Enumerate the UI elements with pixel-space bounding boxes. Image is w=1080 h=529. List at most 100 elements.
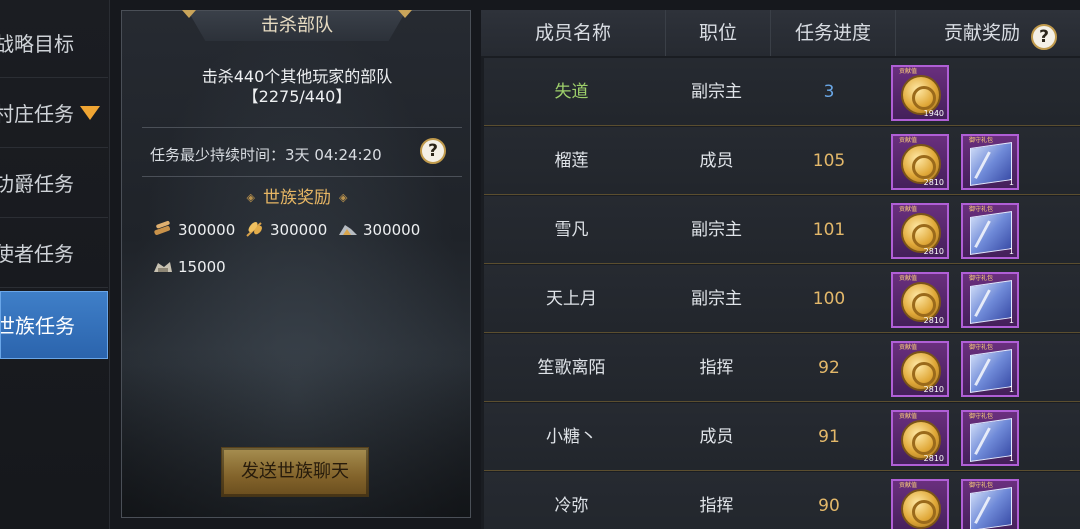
item-count: 2810: [923, 178, 944, 187]
tab-strategic-goal[interactable]: 战略目标: [0, 10, 108, 78]
mission-panel: 击杀部队 击杀440个其他玩家的部队 【2275/440】 任务最少持续时间：3…: [121, 10, 471, 518]
reward-amount: 300000: [363, 221, 421, 239]
member-progress-table: 成员名称 职位 任务进度 贡献奖励 ? 失道 副宗主 3 贡献值 1940 榴莲…: [481, 10, 1080, 529]
gift-book-icon: [970, 142, 1012, 186]
wood-resource-icon: [154, 220, 170, 235]
member-progress: 105: [812, 151, 846, 171]
member-progress: 92: [818, 358, 840, 378]
dropdown-triangle-icon: [80, 106, 100, 120]
item-label: 御守礼包: [969, 275, 994, 282]
member-name: 小糖丶: [546, 427, 597, 447]
clan-reward-title: 世族奖励: [263, 188, 331, 208]
item-count: 1: [1008, 316, 1014, 325]
reward-grain: 300000: [244, 219, 327, 241]
tab-village-task[interactable]: 村庄任务: [0, 80, 108, 148]
gift-pack-item[interactable]: 御守礼包 1: [961, 341, 1019, 397]
gift-book-icon: [970, 211, 1012, 255]
contribution-coin-item[interactable]: 贡献值 2810: [891, 134, 949, 190]
mission-duration: 任务最少持续时间：3天 04:24:20: [150, 146, 382, 164]
member-position: 副宗主: [691, 220, 742, 240]
member-name: 雪凡: [554, 220, 589, 240]
table-row[interactable]: 笙歌离陌 指挥 92 贡献值 2810 御守礼包 1: [484, 334, 1080, 402]
task-tab-sidebar: 战略目标 村庄任务 功爵任务 使者任务 世族任务: [0, 0, 110, 529]
item-label: 贡献值: [899, 344, 918, 351]
item-label: 御守礼包: [969, 206, 994, 213]
item-count: 1940: [923, 109, 944, 118]
member-position: 成员: [699, 151, 734, 171]
item-count: 2810: [923, 247, 944, 256]
tab-envoy-task[interactable]: 使者任务: [0, 220, 108, 288]
contribution-coin-item[interactable]: 贡献值 1940: [891, 65, 949, 121]
table-row[interactable]: 失道 副宗主 3 贡献值 1940: [484, 58, 1080, 126]
reward-amount: 15000: [178, 258, 226, 276]
reward-amount: 300000: [178, 221, 236, 239]
gift-pack-item[interactable]: 御守礼包: [961, 479, 1019, 529]
table-row[interactable]: 雪凡 副宗主 101 贡献值 2810 御守礼包 1: [484, 196, 1080, 264]
member-position: 副宗主: [691, 289, 742, 309]
contribution-coin-item[interactable]: 贡献值: [891, 479, 949, 529]
member-name: 榴莲: [554, 151, 589, 171]
member-progress: 100: [812, 289, 846, 309]
member-progress: 90: [818, 496, 840, 516]
gift-pack-item[interactable]: 御守礼包 1: [961, 272, 1019, 328]
table-row[interactable]: 天上月 副宗主 100 贡献值 2810 御守礼包 1: [484, 265, 1080, 333]
grain-resource-icon: [246, 222, 262, 237]
contribution-coin-item[interactable]: 贡献值 2810: [891, 272, 949, 328]
tab-label: 战略目标: [0, 32, 74, 56]
item-label: 贡献值: [899, 275, 918, 282]
item-label: 御守礼包: [969, 137, 994, 144]
tab-clan-task[interactable]: 世族任务: [0, 291, 108, 359]
item-count: 2810: [923, 454, 944, 463]
send-clan-chat-button[interactable]: 发送世族聊天: [221, 447, 369, 497]
column-header-progress: 任务进度: [771, 10, 896, 56]
contribution-coin-item[interactable]: 贡献值 2810: [891, 410, 949, 466]
divider: [142, 176, 462, 177]
item-count: 2810: [923, 385, 944, 394]
member-position: 指挥: [699, 358, 734, 378]
gift-pack-item[interactable]: 御守礼包 1: [961, 134, 1019, 190]
contribution-coin-item[interactable]: 贡献值 2810: [891, 203, 949, 259]
contribution-coin-item[interactable]: 贡献值 2810: [891, 341, 949, 397]
item-label: 贡献值: [899, 68, 918, 75]
item-label: 贡献值: [899, 413, 918, 420]
tab-label: 村庄任务: [0, 102, 74, 126]
member-position: 指挥: [699, 496, 734, 516]
item-label: 御守礼包: [969, 482, 994, 489]
item-count: 1: [1008, 454, 1014, 463]
gold-coin-icon: [901, 489, 941, 529]
member-progress: 3: [823, 82, 835, 102]
clan-reward-heading: ◈ 世族奖励 ◈: [122, 183, 472, 208]
item-count: 2810: [923, 316, 944, 325]
divider: [142, 127, 462, 128]
mission-progress: 【2275/440】: [242, 87, 352, 106]
item-count: 1: [1008, 385, 1014, 394]
item-count: 1: [1008, 178, 1014, 187]
member-progress: 91: [818, 427, 840, 447]
table-row[interactable]: 小糖丶 成员 91 贡献值 2810 御守礼包 1: [484, 403, 1080, 471]
game-screen: 战略目标 村庄任务 功爵任务 使者任务 世族任务 击杀部队 击杀440个其他玩家…: [0, 0, 1080, 529]
stone-resource-icon: [339, 225, 357, 235]
iron-resource-icon: [154, 262, 172, 272]
member-position: 副宗主: [691, 82, 742, 102]
table-row[interactable]: 冷弥 指挥 90 贡献值 御守礼包: [484, 472, 1080, 529]
column-header-member-name: 成员名称: [481, 10, 666, 56]
help-icon[interactable]: ?: [420, 138, 446, 164]
reward-stone: 300000: [337, 219, 420, 241]
gift-pack-item[interactable]: 御守礼包 1: [961, 203, 1019, 259]
gift-book-icon: [970, 487, 1012, 529]
tab-merit-task[interactable]: 功爵任务: [0, 150, 108, 218]
item-label: 贡献值: [899, 482, 918, 489]
member-position: 成员: [699, 427, 734, 447]
item-label: 御守礼包: [969, 413, 994, 420]
table-header: 成员名称 职位 任务进度 贡献奖励 ?: [481, 10, 1080, 56]
reward-amount: 300000: [270, 221, 328, 239]
tab-label: 使者任务: [0, 242, 74, 266]
help-icon[interactable]: ?: [1031, 24, 1057, 50]
table-row[interactable]: 榴莲 成员 105 贡献值 2810 御守礼包 1: [484, 127, 1080, 195]
member-name: 天上月: [546, 289, 597, 309]
reward-iron: 15000: [152, 256, 226, 278]
ornament-icon: ◈: [246, 191, 255, 204]
column-header-position: 职位: [666, 10, 771, 56]
item-count: 1: [1008, 247, 1014, 256]
gift-pack-item[interactable]: 御守礼包 1: [961, 410, 1019, 466]
